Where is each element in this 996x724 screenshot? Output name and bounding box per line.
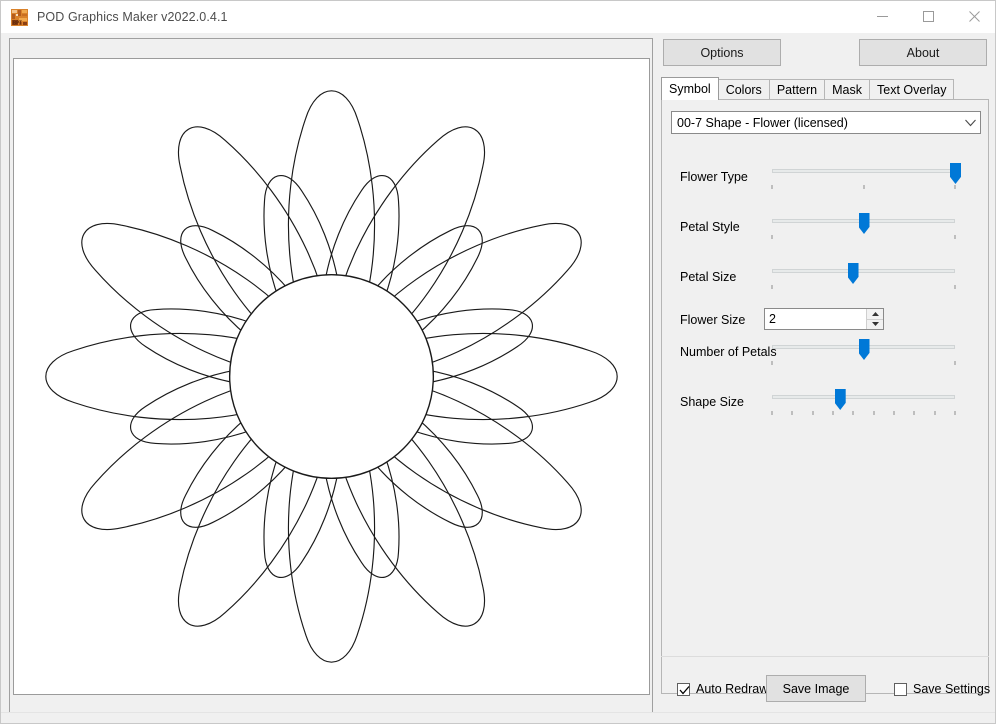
flower-type-slider-track[interactable] — [772, 169, 955, 173]
flower-size-stepper-buttons — [866, 309, 883, 329]
shape-size-slider[interactable] — [772, 388, 955, 414]
app-icon: BPT — [11, 9, 28, 26]
petal-style-slider-thumb[interactable] — [859, 213, 870, 234]
number-of-petals-label: Number of Petals — [680, 345, 777, 359]
number-of-petals-slider-thumb[interactable] — [859, 339, 870, 360]
flower-type-label: Flower Type — [680, 170, 748, 184]
options-button[interactable]: Options — [663, 39, 781, 66]
shape-size-slider-ticks — [772, 411, 955, 416]
tab-label: Mask — [832, 83, 862, 97]
petal-size-slider-track[interactable] — [772, 269, 955, 273]
tab-label: Pattern — [777, 83, 817, 97]
close-icon[interactable] — [951, 1, 996, 32]
shape-size-slider-track[interactable] — [772, 395, 955, 399]
footer-divider — [661, 656, 989, 657]
controls-panel: Options About Symbol Colors Pattern Mask Tex… — [661, 37, 989, 719]
petal-style-slider[interactable] — [772, 212, 955, 238]
petal-size-label: Petal Size — [680, 270, 736, 284]
preview-panel — [9, 38, 653, 719]
window-title: POD Graphics Maker v2022.0.4.1 — [37, 10, 228, 24]
petal-size-slider-thumb[interactable] — [848, 263, 859, 284]
tab-colors[interactable]: Colors — [718, 79, 770, 100]
flower-size-stepper[interactable]: 2 — [764, 308, 884, 330]
symbol-tab-panel: 00-7 Shape - Flower (licensed) Flower Ty… — [661, 99, 989, 694]
petal-style-slider-ticks — [772, 235, 955, 240]
svg-text:BPT: BPT — [13, 20, 22, 26]
auto-redraw-box — [677, 683, 690, 696]
tab-mask[interactable]: Mask — [824, 79, 870, 100]
petal-size-slider[interactable] — [772, 262, 955, 288]
footer-bar: Auto Redraw Save Image Save Settings — [661, 664, 989, 712]
flower-size-value[interactable]: 2 — [765, 309, 866, 329]
flower-center — [230, 275, 434, 479]
tab-label: Colors — [726, 83, 762, 97]
title-bar: BPT POD Graphics Maker v2022.0.4.1 — [1, 1, 996, 33]
tab-label: Text Overlay — [877, 83, 946, 97]
symbol-select[interactable]: 00-7 Shape - Flower (licensed) — [671, 111, 981, 134]
maximize-icon[interactable] — [905, 1, 951, 32]
flower-size-label: Flower Size — [680, 313, 745, 327]
application-window: BPT POD Graphics Maker v2022.0.4.1 Optio… — [0, 0, 996, 724]
flower-drawing[interactable] — [13, 58, 650, 695]
tab-symbol[interactable]: Symbol — [661, 77, 719, 100]
chevron-down-icon — [960, 119, 980, 127]
stepper-down-icon[interactable] — [867, 320, 883, 330]
preview-panel-header — [13, 42, 650, 58]
minimize-icon[interactable] — [859, 1, 905, 32]
tab-pattern[interactable]: Pattern — [769, 79, 825, 100]
auto-redraw-checkbox[interactable]: Auto Redraw — [677, 682, 768, 696]
symbol-select-value: 00-7 Shape - Flower (licensed) — [672, 116, 960, 130]
save-settings-box — [894, 683, 907, 696]
tab-text-overlay[interactable]: Text Overlay — [869, 79, 954, 100]
save-settings-label: Save Settings — [913, 682, 990, 696]
status-strip — [1, 712, 996, 724]
save-image-button[interactable]: Save Image — [766, 675, 866, 702]
tab-strip: Symbol Colors Pattern Mask Text Overlay — [661, 77, 989, 100]
flower-type-slider-thumb[interactable] — [950, 163, 961, 184]
number-of-petals-slider-ticks — [772, 361, 955, 366]
petal-style-label: Petal Style — [680, 220, 740, 234]
flower-type-slider[interactable] — [772, 162, 955, 188]
shape-size-label: Shape Size — [680, 395, 744, 409]
shape-size-slider-thumb[interactable] — [835, 389, 846, 410]
auto-redraw-label: Auto Redraw — [696, 682, 768, 696]
number-of-petals-slider[interactable] — [772, 338, 955, 364]
flower-type-slider-ticks — [772, 185, 955, 190]
flower-artwork — [14, 59, 649, 694]
petal-size-slider-ticks — [772, 285, 955, 290]
save-settings-checkbox[interactable]: Save Settings — [894, 682, 990, 696]
stepper-up-icon[interactable] — [867, 309, 883, 320]
tab-label: Symbol — [669, 82, 711, 96]
about-button[interactable]: About — [859, 39, 987, 66]
